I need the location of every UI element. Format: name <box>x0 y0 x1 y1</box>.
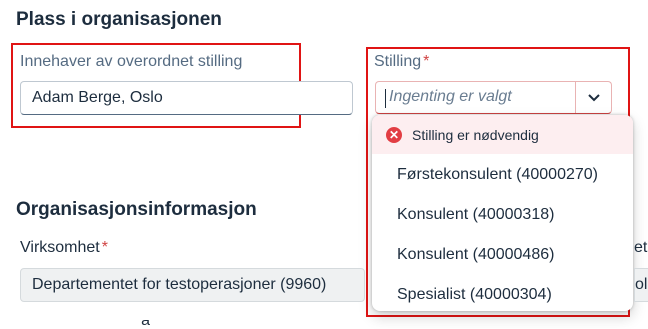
company-input-value: Departementet for testoperasjoner (9960) <box>32 276 327 293</box>
company-input[interactable]: Departementet for testoperasjoner (9960) <box>20 268 365 302</box>
right-field-label: et <box>634 239 648 256</box>
error-message: ✕ Stilling er nødvendig <box>372 115 633 154</box>
bottom-field-label: å <box>20 320 150 329</box>
manager-input-value: Adam Berge, Oslo <box>32 89 163 106</box>
position-dropdown: ✕ Stilling er nødvendig Førstekonsulent … <box>372 115 633 311</box>
company-label-text: Virksomhet <box>20 239 100 256</box>
required-marker: * <box>101 239 108 256</box>
right-field-input[interactable]: ol <box>634 268 648 302</box>
right-field-value: ol <box>635 276 648 293</box>
text-cursor <box>385 89 386 108</box>
position-label: Stilling * <box>374 53 429 71</box>
error-text: Stilling er nødvendig <box>412 126 539 143</box>
bottom-field-label-text: å <box>141 320 150 329</box>
dropdown-option[interactable]: Spesialist (40000304) <box>372 275 633 315</box>
manager-label: Innehaver av overordnet stilling <box>20 53 243 70</box>
position-select[interactable]: Ingenting er valgt <box>375 81 612 114</box>
dropdown-option[interactable]: Konsulent (40000318) <box>372 195 633 235</box>
error-icon: ✕ <box>386 126 402 143</box>
position-label-text: Stilling <box>374 53 422 70</box>
company-label: Virksomhet * <box>20 239 108 257</box>
dropdown-option[interactable]: Konsulent (40000486) <box>372 235 633 275</box>
section-title-org-info: Organisasjonsinformasjon <box>16 199 257 220</box>
required-marker: * <box>423 53 430 70</box>
dropdown-option[interactable]: Førstekonsulent (40000270) <box>372 155 633 195</box>
position-placeholder: Ingenting er valgt <box>389 88 512 105</box>
section-title-placement: Plass i organisasjonen <box>16 9 222 30</box>
manager-input[interactable]: Adam Berge, Oslo <box>20 81 353 115</box>
chevron-down-icon[interactable] <box>575 82 612 113</box>
